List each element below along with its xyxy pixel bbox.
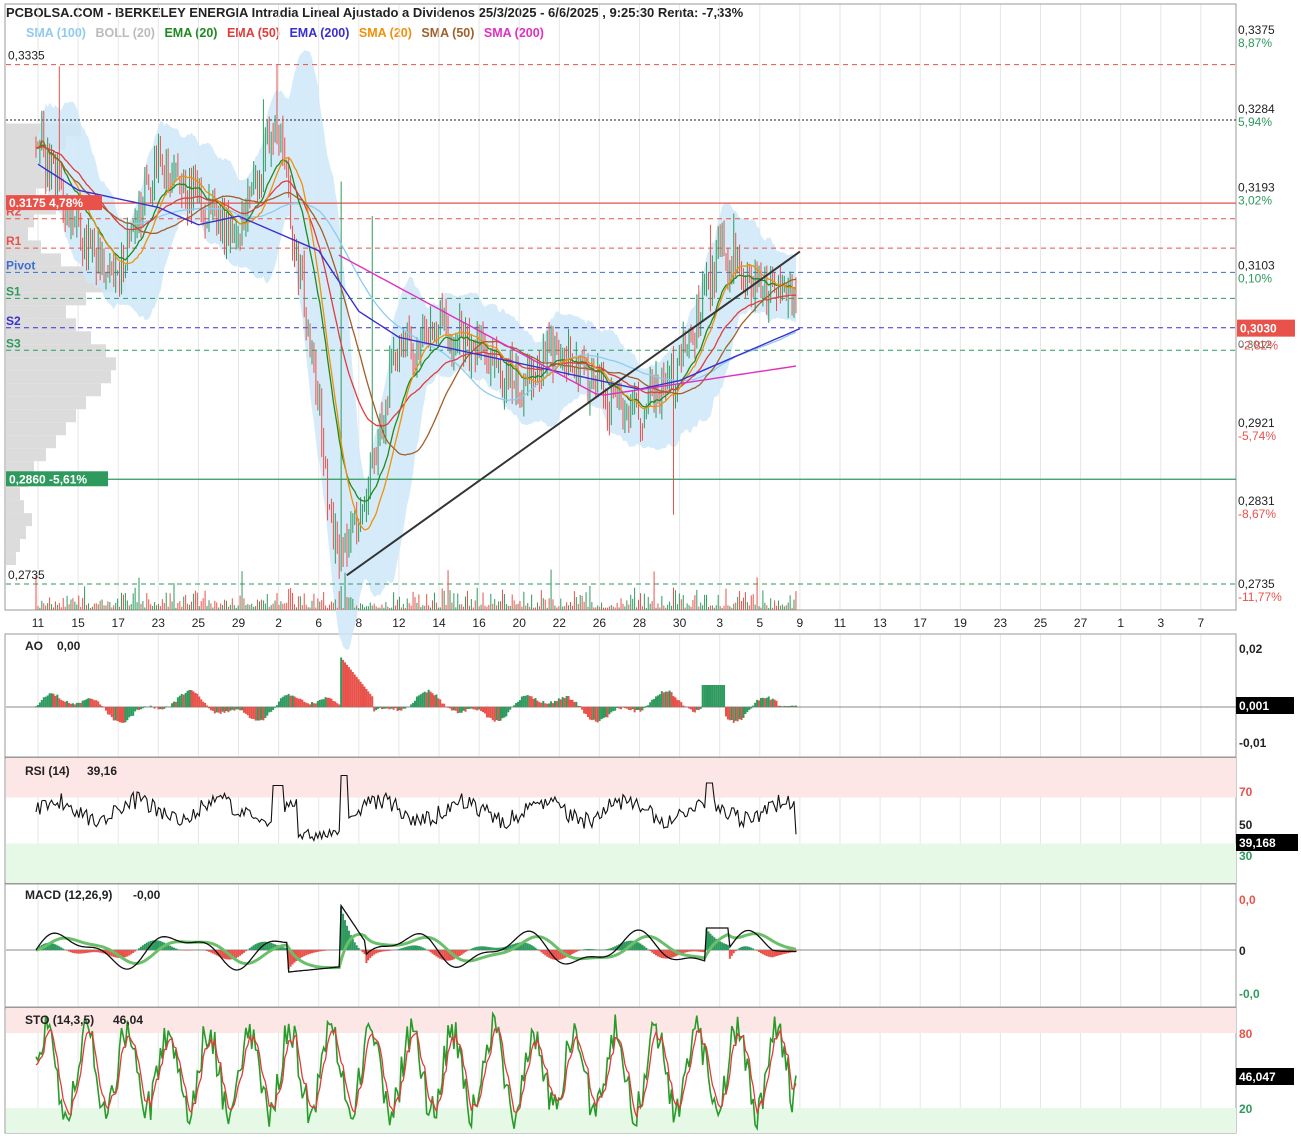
x-tick-label: 3 bbox=[716, 616, 723, 630]
level-Pivot-label: Pivot bbox=[6, 258, 35, 272]
sto-overbought-zone bbox=[6, 1008, 1236, 1033]
x-tick-label: 9 bbox=[797, 616, 804, 630]
volume-profile-bar bbox=[6, 487, 20, 501]
level-R1-label: R1 bbox=[6, 234, 22, 248]
price-tick-pct: 8,87% bbox=[1238, 36, 1272, 50]
price-tick-pct: -11,77% bbox=[1238, 590, 1282, 604]
price-tick-label: 0,3193 bbox=[1238, 181, 1275, 195]
volume-profile-bar bbox=[6, 370, 111, 384]
x-tick-label: 8 bbox=[355, 616, 362, 630]
x-tick-label: 11 bbox=[32, 616, 45, 630]
last-price-pct: -2,82% bbox=[1240, 339, 1278, 353]
x-tick-label: 13 bbox=[873, 616, 887, 630]
rsi-value: 39,16 bbox=[87, 764, 117, 778]
volume-profile-bar bbox=[6, 435, 56, 449]
volume-profile-bar bbox=[6, 500, 24, 514]
x-tick-label: 5 bbox=[756, 616, 763, 630]
price-tick-pct: 0,10% bbox=[1238, 271, 1272, 285]
level-S2-label: S2 bbox=[6, 314, 21, 328]
sto-tick: 80 bbox=[1239, 1027, 1253, 1041]
price-tick-label: 0,2921 bbox=[1238, 416, 1275, 430]
x-tick-label: 28 bbox=[633, 616, 647, 630]
level-low-box-label: 0,2860 -5,61% bbox=[9, 472, 87, 486]
price-tick-label: 0,2735 bbox=[1238, 577, 1275, 591]
x-tick-label: 16 bbox=[472, 616, 486, 630]
price-panel bbox=[4, 3, 1237, 611]
chart-stage: PCBOLSA.COM - BERKELEY ENERGIA Intradia … bbox=[0, 0, 1301, 1138]
sto-last: 46,047 bbox=[1239, 1070, 1276, 1084]
x-tick-label: 17 bbox=[914, 616, 928, 630]
ao-value: 0,00 bbox=[57, 639, 81, 653]
volume-profile-bar bbox=[6, 539, 20, 553]
last-price-label: 0,3030 bbox=[1240, 322, 1277, 336]
macd-value: -0,00 bbox=[133, 888, 161, 902]
sto-d-line bbox=[35, 1027, 797, 1120]
x-tick-label: 19 bbox=[954, 616, 968, 630]
price-tick-pct: -8,67% bbox=[1238, 507, 1276, 521]
x-tick-label: 2 bbox=[275, 616, 282, 630]
rsi-oversold-zone bbox=[6, 843, 1236, 883]
x-tick-label: 14 bbox=[432, 616, 446, 630]
ao-title: AO bbox=[25, 639, 43, 653]
volume-profile-bar bbox=[6, 175, 46, 189]
volume-profile-bar bbox=[6, 409, 76, 423]
x-tick-label: 17 bbox=[112, 616, 126, 630]
volume-profile-bar bbox=[6, 513, 32, 527]
ao-tick: 0,02 bbox=[1239, 642, 1263, 656]
volume-profile-bar bbox=[6, 396, 86, 410]
ao-last: 0,001 bbox=[1239, 699, 1269, 713]
price-tick-label: 0,3103 bbox=[1238, 258, 1275, 272]
x-tick-label: 7 bbox=[1198, 616, 1205, 630]
x-tick-label: 22 bbox=[553, 616, 567, 630]
volume-profile-bar bbox=[6, 552, 16, 566]
rsi-overbought-zone bbox=[6, 758, 1236, 798]
x-tick-label: 12 bbox=[392, 616, 406, 630]
sto-value: 46,04 bbox=[113, 1013, 143, 1027]
sto-title: STO (14,3,5) bbox=[25, 1013, 94, 1027]
x-tick-label: 15 bbox=[71, 616, 85, 630]
level-S1-label: S1 bbox=[6, 284, 21, 298]
rsi-tick: 50 bbox=[1239, 818, 1253, 832]
x-tick-label: 23 bbox=[152, 616, 166, 630]
macd-tick: 0,0 bbox=[1239, 893, 1256, 907]
volume-profile-bar bbox=[6, 422, 66, 436]
x-tick-label: 1 bbox=[1117, 616, 1124, 630]
x-tick-label: 27 bbox=[1074, 616, 1088, 630]
rsi-last: 39,168 bbox=[1239, 836, 1276, 850]
macd-tick: -0,0 bbox=[1239, 987, 1260, 1001]
level-min-label: 0,2735 bbox=[8, 568, 45, 582]
x-tick-label: 3 bbox=[1157, 616, 1164, 630]
volume-profile-bar bbox=[6, 448, 46, 462]
x-tick-label: 26 bbox=[593, 616, 607, 630]
x-tick-label: 20 bbox=[513, 616, 527, 630]
price-tick-pct: 5,94% bbox=[1238, 115, 1272, 129]
price-tick-label: 0,3284 bbox=[1238, 102, 1275, 116]
chart-svg: 0,33350,3175 4,78%R2R1PivotS1S2S30,2860 … bbox=[4, 3, 1298, 1134]
price-tick-pct: -5,74% bbox=[1238, 429, 1276, 443]
x-tick-label: 30 bbox=[673, 616, 687, 630]
level-S3-label: S3 bbox=[6, 336, 21, 350]
price-tick-label: 0,2831 bbox=[1238, 494, 1275, 508]
volume-profile-bar bbox=[6, 357, 116, 371]
x-tick-label: 29 bbox=[232, 616, 246, 630]
macd-tick: 0 bbox=[1239, 944, 1246, 958]
level-max-label: 0,3335 bbox=[8, 49, 45, 63]
rsi-tick: 30 bbox=[1239, 849, 1253, 863]
level-R2-label: R2 bbox=[6, 205, 22, 219]
rsi-tick: 70 bbox=[1239, 785, 1253, 799]
x-tick-label: 25 bbox=[1034, 616, 1048, 630]
x-tick-label: 6 bbox=[315, 616, 322, 630]
macd-title: MACD (12,26,9) bbox=[25, 888, 112, 902]
rsi-title: RSI (14) bbox=[25, 764, 70, 778]
price-tick-label: 0,3375 bbox=[1238, 23, 1275, 37]
ao-tick: -0,01 bbox=[1239, 736, 1267, 750]
sto-tick: 20 bbox=[1239, 1102, 1253, 1116]
x-tick-label: 25 bbox=[192, 616, 206, 630]
x-tick-label: 11 bbox=[834, 616, 847, 630]
volume-profile-bar bbox=[6, 383, 101, 397]
volume-profile-bar bbox=[6, 526, 26, 540]
x-tick-label: 23 bbox=[994, 616, 1008, 630]
price-tick-pct: 3,02% bbox=[1238, 194, 1272, 208]
